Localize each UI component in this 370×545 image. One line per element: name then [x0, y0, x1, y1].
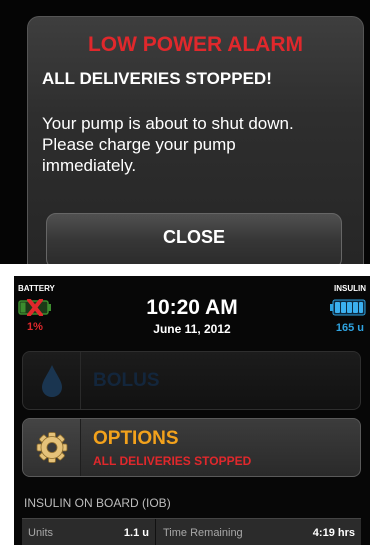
options-status: ALL DELIVERIES STOPPED: [93, 454, 252, 468]
iob-units-label: Units: [28, 527, 54, 539]
bolus-button[interactable]: BOLUS: [22, 351, 361, 410]
bolus-label: BOLUS: [93, 370, 160, 391]
iob-time-label: Time Remaining: [163, 527, 243, 539]
iob-row: Units 1.1 u Time Remaining 4:19 hrs: [22, 518, 361, 545]
alarm-message: Your pump is about to shut down. Please …: [42, 114, 294, 175]
iob-units-cell: Units 1.1 u: [22, 519, 156, 545]
iob-time-value: 4:19 hrs: [312, 527, 355, 539]
close-button[interactable]: CLOSE: [46, 213, 342, 264]
insulin-label: INSULIN: [334, 284, 366, 293]
alarm-subtitle: ALL DELIVERIES STOPPED!: [42, 69, 272, 88]
alarm-screen: LOW POWER ALARM ALL DELIVERIES STOPPED! …: [0, 0, 370, 264]
gear-icon: [36, 432, 68, 463]
low-power-alarm-dialog: LOW POWER ALARM ALL DELIVERIES STOPPED! …: [27, 16, 364, 264]
options-label: OPTIONS: [93, 428, 179, 449]
iob-header: INSULIN ON BOARD (IOB): [24, 496, 171, 510]
options-button[interactable]: OPTIONS ALL DELIVERIES STOPPED: [22, 418, 361, 477]
clock-date: June 11, 2012: [153, 322, 231, 336]
home-screen: BATTERY 1% 10:20 AM June 11, 2012 INSULI…: [14, 276, 370, 545]
insulin-cartridge-icon: [330, 299, 366, 316]
alarm-title: LOW POWER ALARM: [87, 33, 304, 56]
iob-time-cell: Time Remaining 4:19 hrs: [157, 519, 361, 545]
iob-units-value: 1.1 u: [123, 527, 149, 539]
battery-label: BATTERY: [18, 284, 55, 293]
insulin-units: 165 u: [335, 322, 364, 334]
clock-time: 10:20 AM: [146, 296, 238, 319]
drop-icon: [42, 365, 62, 397]
